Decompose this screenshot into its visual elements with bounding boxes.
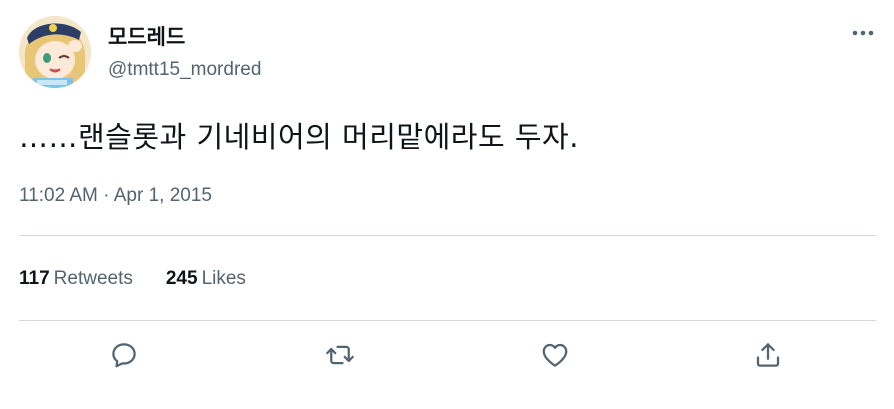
action-bar [0,337,894,373]
retweets-count: 117 [19,268,50,289]
tweet-text: ……랜슬롯과 기네비어의 머리맡에라도 두자. [19,120,579,154]
likes-count: 245 [165,268,198,289]
avatar-image [19,16,91,88]
reply-icon [112,343,136,368]
retweet-icon [326,345,354,365]
like-button[interactable] [537,337,573,373]
retweet-button[interactable] [322,337,358,373]
engagement-stats: 117 Retweets 245 Likes [19,266,246,292]
divider [19,235,876,236]
share-icon [756,343,780,367]
avatar[interactable] [19,16,91,88]
tweet-date[interactable]: Apr 1, 2015 [114,185,212,206]
retweets-label: Retweets [53,268,133,289]
share-button[interactable] [750,337,786,373]
divider [19,320,876,321]
heart-icon [542,343,568,367]
meta-separator: · [97,185,114,206]
likes-stat[interactable]: 245 Likes [166,266,246,292]
tweet-time[interactable]: 11:02 AM [19,185,98,206]
more-horizontal-icon [852,30,874,36]
user-handle[interactable]: @tmtt15_mordred [108,58,261,82]
display-name[interactable]: 모드레드 [108,24,185,50]
likes-label: Likes [201,268,246,289]
retweets-stat[interactable]: 117 Retweets [19,266,133,292]
more-options-button[interactable] [846,18,880,48]
reply-button[interactable] [106,337,142,373]
tweet-timestamp: 11:02 AM · Apr 1, 2015 [19,183,212,209]
